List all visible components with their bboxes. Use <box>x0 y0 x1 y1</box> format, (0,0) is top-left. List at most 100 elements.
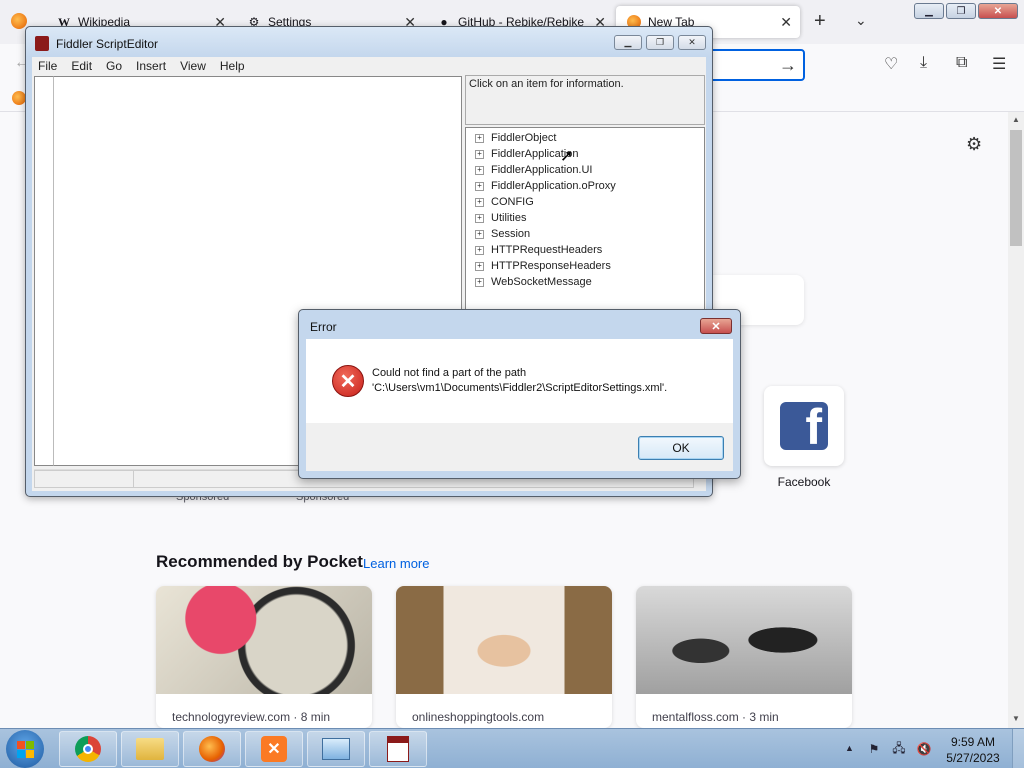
tree-item-label: FiddlerObject <box>491 132 557 144</box>
tab-list-chevron-icon[interactable]: ⌄ <box>855 12 867 29</box>
pocket-heading: Recommended by Pocket <box>156 552 363 571</box>
page-scrollbar[interactable]: ▲ ▼ <box>1008 112 1024 728</box>
volume-muted-icon[interactable]: 🔇 <box>916 741 932 757</box>
expand-icon[interactable]: + <box>475 261 484 271</box>
line-number-gutter <box>34 76 54 466</box>
shortcut-label: Facebook <box>777 475 831 489</box>
window-titlebar[interactable]: Fiddler ScriptEditor ▁ ❐ ✕ <box>26 27 712 57</box>
shortcut-facebook[interactable]: f <box>764 386 844 466</box>
tree-item-session[interactable]: + Session <box>466 226 704 242</box>
windows-logo-icon <box>16 740 34 758</box>
tree-item-websocketmessage[interactable]: + WebSocketMessage <box>466 274 704 290</box>
taskbar-xampp[interactable]: ✕ <box>245 731 303 767</box>
tree-item-label: HTTPRequestHeaders <box>491 244 603 256</box>
dialog-footer: OK <box>306 423 733 471</box>
menu-view[interactable]: View <box>174 57 212 75</box>
pocket-icon[interactable]: ♡ <box>884 54 898 74</box>
action-center-flag-icon[interactable]: ⚑ <box>866 741 882 757</box>
expand-icon[interactable]: + <box>475 213 484 223</box>
class-explorer-tree: + FiddlerObject + FiddlerApplication + Fidd… <box>465 127 705 317</box>
expand-icon[interactable]: + <box>475 245 484 255</box>
folder-icon <box>136 738 164 760</box>
expand-icon[interactable]: + <box>475 277 484 287</box>
taskbar-fiddler-scripteditor[interactable] <box>369 731 427 767</box>
scroll-down-icon[interactable]: ▼ <box>1012 714 1020 723</box>
personalize-gear-icon[interactable]: ⚙ <box>966 134 982 155</box>
status-panel <box>34 470 134 488</box>
error-message: Could not find a part of the path 'C:\Us… <box>372 366 667 396</box>
url-bar[interactable]: → <box>700 49 805 81</box>
expand-icon[interactable]: + <box>475 165 484 175</box>
close-window-button[interactable]: ✕ <box>978 3 1018 19</box>
dialog-close-button[interactable]: ✕ <box>700 318 732 334</box>
maximize-button[interactable]: ❐ <box>946 3 976 19</box>
minimize-button[interactable]: ▁ <box>614 35 642 50</box>
taskbar-explorer[interactable] <box>121 731 179 767</box>
pocket-card[interactable]: technologyreview.com · 8 min <box>156 586 372 728</box>
windows-taskbar: ✕ ▲ ⚑ 🖧 🔇 9:59 AM 5/27/2023 <box>0 728 1024 768</box>
network-icon[interactable]: 🖧 <box>891 741 907 757</box>
menu-go[interactable]: Go <box>100 57 128 75</box>
menu-file[interactable]: File <box>32 57 63 75</box>
ok-button[interactable]: OK <box>638 436 724 460</box>
menu-help[interactable]: Help <box>214 57 251 75</box>
taskbar-firefox[interactable] <box>183 731 241 767</box>
start-button[interactable] <box>6 730 44 768</box>
expand-icon[interactable]: + <box>475 133 484 143</box>
close-tab-icon[interactable]: ✕ <box>780 14 792 31</box>
tree-item-label: CONFIG <box>491 196 534 208</box>
close-button[interactable]: ✕ <box>678 35 706 50</box>
extensions-icon[interactable]: ⧉ <box>956 54 967 72</box>
tree-item-fiddlerobject[interactable]: + FiddlerObject <box>466 130 704 146</box>
menu-edit[interactable]: Edit <box>65 57 98 75</box>
tree-item-fiddlerapplication-ui[interactable]: + FiddlerApplication.UI <box>466 162 704 178</box>
dialog-body: ✕ Could not find a part of the path 'C:\… <box>306 339 733 423</box>
expand-icon[interactable]: + <box>475 197 484 207</box>
clock-time: 9:59 AM <box>950 735 996 749</box>
menu-insert[interactable]: Insert <box>130 57 172 75</box>
scripteditor-icon <box>387 736 409 762</box>
hamburger-menu-icon[interactable]: ☰ <box>992 54 1006 74</box>
error-dialog: Error ✕ ✕ Could not find a part of the p… <box>298 309 741 479</box>
tree-item-fiddlerapplication-oproxy[interactable]: + FiddlerApplication.oProxy <box>466 178 704 194</box>
minimize-button[interactable]: ▁ <box>914 3 944 19</box>
downloads-icon[interactable]: ⤓ <box>920 54 927 72</box>
tree-item-label: Session <box>491 228 531 240</box>
article-source: onlineshoppingtools.com <box>412 710 545 724</box>
learn-more-link[interactable]: Learn more <box>363 556 429 571</box>
tree-item-httpresponseheaders[interactable]: + HTTPResponseHeaders <box>466 258 704 274</box>
tree-item-label: FiddlerApplication.UI <box>491 164 593 176</box>
scroll-up-icon[interactable]: ▲ <box>1012 115 1020 124</box>
firefox-icon <box>199 736 225 762</box>
maximize-button[interactable]: ❐ <box>646 35 674 50</box>
expand-icon[interactable]: + <box>475 229 484 239</box>
scrollbar-thumb[interactable] <box>1010 130 1022 246</box>
system-clock[interactable]: 9:59 AM 5/27/2023 <box>940 734 1006 766</box>
error-message-line: Could not find a part of the path <box>372 367 527 379</box>
window-controls: ▁ ❐ ✕ <box>914 3 1018 19</box>
tree-item-utilities[interactable]: + Utilities <box>466 210 704 226</box>
article-image <box>636 586 852 694</box>
error-icon: ✕ <box>332 365 364 397</box>
tree-item-config[interactable]: + CONFIG <box>466 194 704 210</box>
article-image <box>156 586 372 694</box>
pocket-card[interactable]: onlineshoppingtools.com <box>396 586 612 728</box>
firefox-bookmark-icon[interactable] <box>12 91 26 105</box>
tree-item-fiddlerapplication[interactable]: + FiddlerApplication <box>466 146 704 162</box>
go-arrow-icon[interactable]: → <box>779 55 797 76</box>
taskbar-chrome[interactable] <box>59 731 117 767</box>
pocket-card[interactable]: mentalfloss.com · 3 min <box>636 586 852 728</box>
chrome-icon <box>75 736 101 762</box>
scripteditor-app-icon <box>35 36 49 51</box>
show-hidden-icons[interactable]: ▲ <box>845 743 854 753</box>
expand-icon[interactable]: + <box>475 149 484 159</box>
show-desktop-button[interactable] <box>1012 729 1024 768</box>
expand-icon[interactable]: + <box>475 181 484 191</box>
new-tab-button[interactable]: + <box>814 10 826 33</box>
tree-item-httprequestheaders[interactable]: + HTTPRequestHeaders <box>466 242 704 258</box>
taskbar-control-panel[interactable] <box>307 731 365 767</box>
mouse-cursor-icon: ➚ <box>560 148 574 165</box>
info-panel: Click on an item for information. <box>465 75 705 125</box>
menu-bar: File Edit Go Insert View Help <box>32 57 706 75</box>
article-source: technologyreview.com · 8 min <box>172 710 331 724</box>
